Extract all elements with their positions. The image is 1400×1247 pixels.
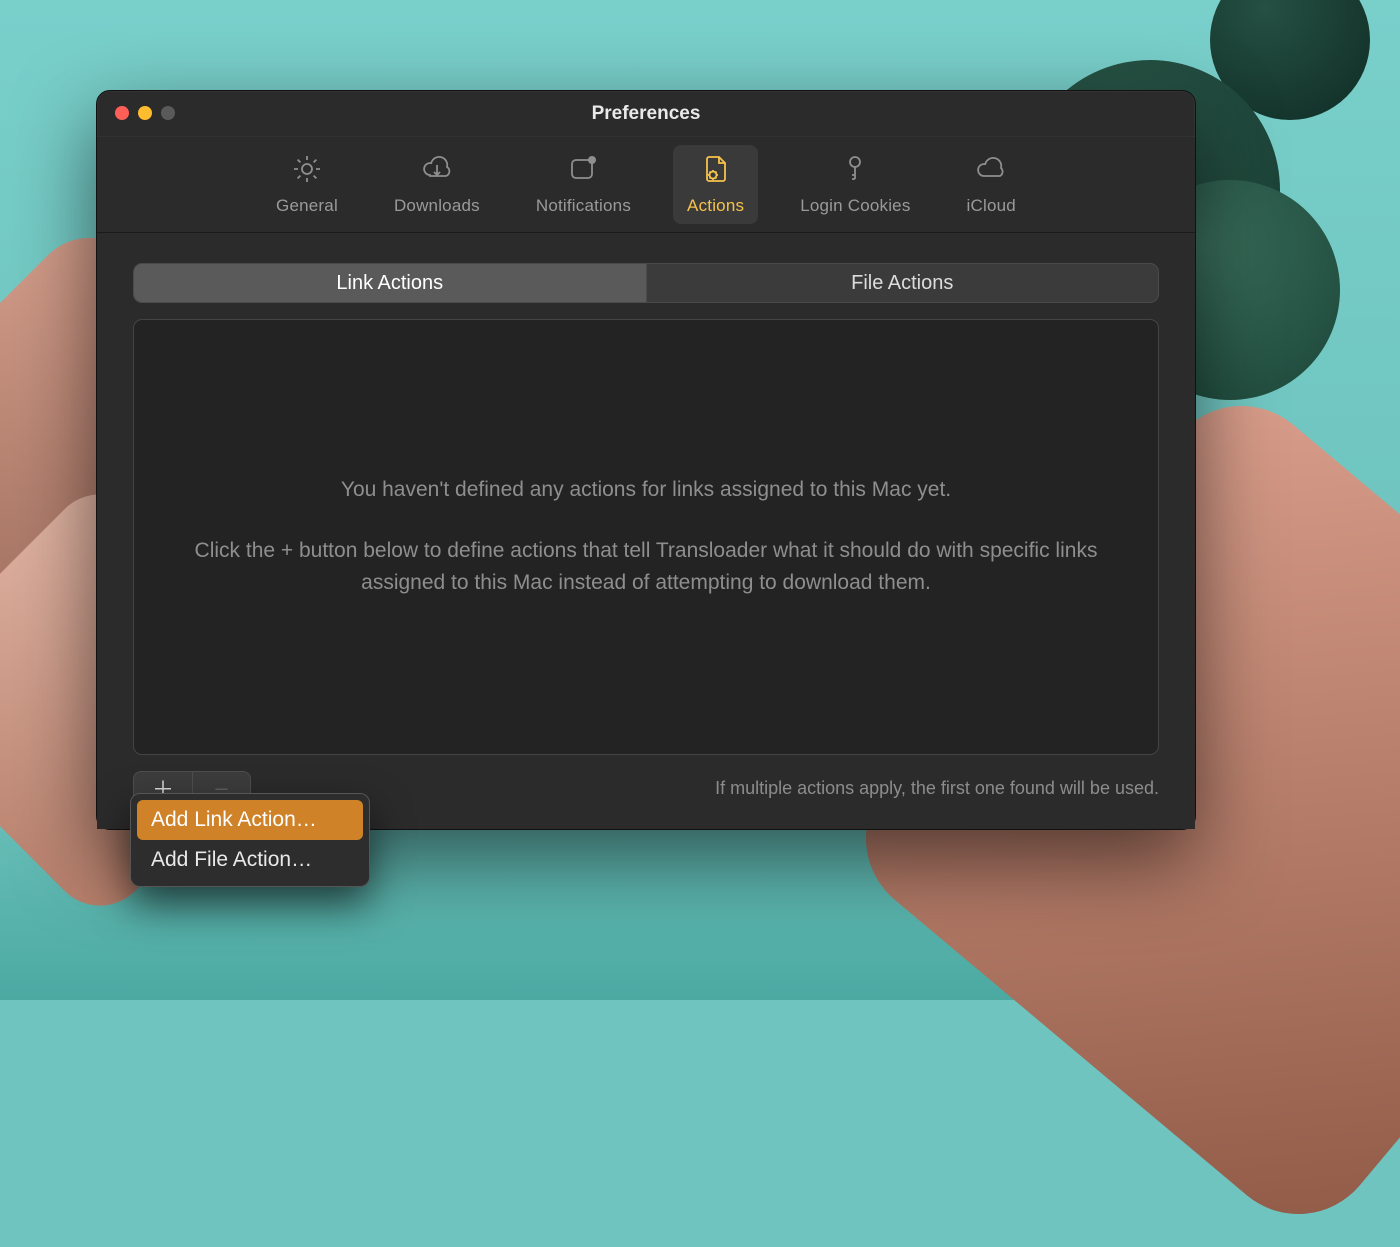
minimize-button[interactable] — [138, 106, 152, 120]
tab-notifications[interactable]: Notifications — [522, 145, 645, 224]
add-action-menu: Add Link Action… Add File Action… — [130, 793, 370, 887]
tab-general[interactable]: General — [262, 145, 352, 224]
key-icon — [839, 153, 871, 190]
empty-state-message: You haven't defined any actions for link… — [186, 474, 1106, 600]
zoom-button-disabled — [161, 106, 175, 120]
notification-icon — [567, 153, 599, 190]
actions-list-panel: You haven't defined any actions for link… — [133, 319, 1159, 755]
preferences-window: Preferences General Downloads Notificati… — [96, 90, 1196, 830]
tab-label: Downloads — [394, 196, 480, 216]
tab-label: Login Cookies — [800, 196, 910, 216]
segment-link-actions[interactable]: Link Actions — [134, 264, 646, 302]
tab-label: Notifications — [536, 196, 631, 216]
document-gear-icon — [700, 153, 732, 190]
menu-item-add-link-action[interactable]: Add Link Action… — [137, 800, 363, 840]
window-title: Preferences — [592, 103, 701, 125]
menu-item-add-file-action[interactable]: Add File Action… — [137, 840, 363, 880]
gear-icon — [291, 153, 323, 190]
window-controls — [115, 106, 175, 120]
tab-downloads[interactable]: Downloads — [380, 145, 494, 224]
tab-label: Actions — [687, 196, 744, 216]
tab-icloud[interactable]: iCloud — [953, 145, 1030, 224]
tab-login-cookies[interactable]: Login Cookies — [786, 145, 924, 224]
empty-state-line1: You haven't defined any actions for link… — [186, 474, 1106, 507]
titlebar: Preferences — [97, 91, 1195, 137]
preferences-body: Link Actions File Actions You haven't de… — [97, 233, 1195, 829]
tab-actions[interactable]: Actions — [673, 145, 758, 224]
cloud-download-icon — [421, 153, 453, 190]
tab-label: General — [276, 196, 338, 216]
actions-segmented-control: Link Actions File Actions — [133, 263, 1159, 303]
tab-label: iCloud — [967, 196, 1016, 216]
preferences-toolbar: General Downloads Notifications Actions — [97, 137, 1195, 233]
empty-state-line2: Click the + button below to define actio… — [195, 539, 1098, 595]
cloud-icon — [975, 153, 1007, 190]
segment-file-actions[interactable]: File Actions — [646, 264, 1159, 302]
close-button[interactable] — [115, 106, 129, 120]
footer-hint: If multiple actions apply, the first one… — [715, 778, 1159, 799]
